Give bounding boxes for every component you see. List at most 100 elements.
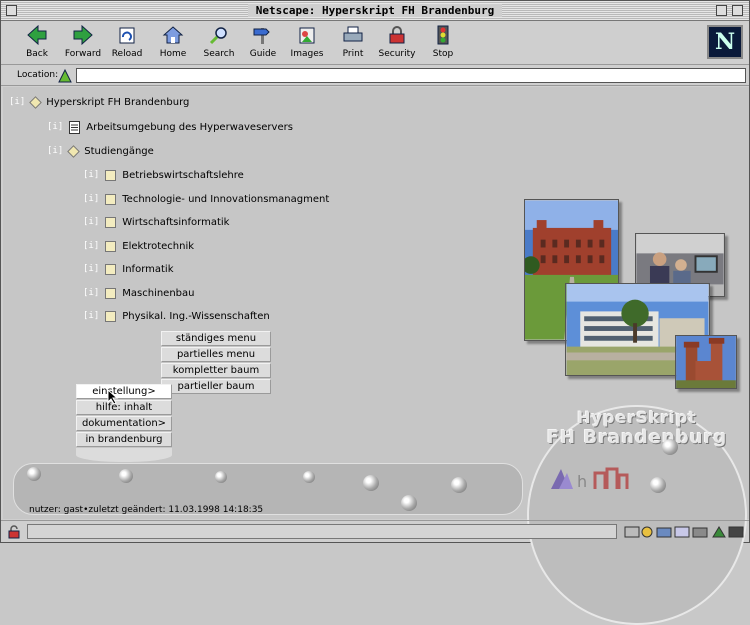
info-link[interactable]: [i] [83,194,99,204]
menu-partielles[interactable]: partielles menu [161,347,271,362]
collection-square-icon [105,287,117,299]
tree-item-bwl[interactable]: [i] Betriebswirtschaftslehre [83,168,244,182]
zoom-box[interactable] [716,5,727,16]
tree-item-label[interactable]: Elektrotechnik [122,241,194,252]
svg-text:h: h [577,472,587,491]
tree-item-label[interactable]: Arbeitsumgebung des Hyperwaveservers [86,122,293,133]
reload-label: Reload [111,49,143,59]
info-link[interactable]: [i] [83,241,99,251]
guide-button[interactable]: Guide [241,23,285,63]
collection-square-icon [105,263,117,275]
security-button[interactable]: Security [375,23,419,63]
status-bar [1,520,749,542]
component-bar-icons[interactable] [623,525,745,539]
forward-arrow-icon [73,25,93,45]
stop-button[interactable]: Stop [421,23,465,63]
tree-item-tim[interactable]: [i] Technologie- und Innovationsmanagmen… [83,192,329,206]
window-title: Netscape: Hyperskript FH Brandenburg [247,4,503,17]
back-label: Back [26,49,48,59]
tree-item-studiengaenge[interactable]: [i] Studiengänge [47,144,154,158]
status-message-field [27,524,617,539]
tree-item-label[interactable]: Maschinenbau [122,288,194,299]
decor-ball [363,475,379,491]
tree-item-label[interactable]: Physikal. Ing.-Wissenschaften [122,311,269,322]
menu-in-brandenburg[interactable]: in brandenburg [76,432,172,447]
images-button[interactable]: Images [285,23,329,63]
reload-icon [119,27,135,44]
security-status-icon[interactable] [7,525,21,539]
menu-hilfe-inhalt[interactable]: hilfe: inhalt [76,400,172,415]
folder-diamond-icon [29,95,43,109]
collection-square-icon [105,169,117,181]
menu-einstellung[interactable]: einstellung> [76,384,172,399]
forward-button[interactable]: Forward [61,23,105,63]
info-link[interactable]: [i] [47,122,63,132]
back-arrow-icon [27,25,47,45]
info-link[interactable]: [i] [9,97,25,107]
home-label: Home [159,49,187,59]
print-icon [343,26,363,42]
info-link[interactable]: [i] [47,146,63,156]
tree-item-label[interactable]: Betriebswirtschaftslehre [122,170,243,181]
reload-button[interactable]: Reload [105,23,149,63]
location-bar: Location: [1,64,749,86]
tree-item-maschinenbau[interactable]: [i] Maschinenbau [83,286,195,300]
location-input[interactable] [76,68,746,83]
info-link[interactable]: [i] [83,170,99,180]
tree-item-arbeitsumgebung[interactable]: [i] Arbeitsumgebung des Hyperwaveservers [47,120,293,134]
back-button[interactable]: Back [15,23,59,63]
search-label: Search [203,49,235,59]
print-button[interactable]: Print [331,23,375,63]
decor-ball [662,439,678,455]
menu-partieller-baum[interactable]: partieller baum [161,379,271,394]
tree-item-root[interactable]: [i] Hyperskript FH Brandenburg [9,95,189,109]
title-bar[interactable]: Netscape: Hyperskript FH Brandenburg [1,1,749,21]
netscape-logo[interactable]: N [707,25,743,59]
guide-icon [253,28,270,44]
info-link[interactable]: [i] [83,311,99,321]
tree-item-label[interactable]: Studiengänge [84,146,154,157]
tree-item-elektrotechnik[interactable]: [i] Elektrotechnik [83,239,194,253]
castle-tower-photo [675,335,737,389]
brand-line-2: FH Brandenburg [546,427,728,448]
fh-logo-icon: h [551,467,629,491]
home-button[interactable]: Home [151,23,195,63]
security-label: Security [378,49,416,59]
document-icon [69,120,81,134]
collection-square-icon [105,240,117,252]
menu-kompletter-baum[interactable]: kompletter baum [161,363,271,378]
info-link[interactable]: [i] [83,264,99,274]
search-button[interactable]: Search [197,23,241,63]
brand-line-1: HyperSkript [577,408,697,427]
collection-square-icon [105,216,117,228]
forward-label: Forward [64,49,102,59]
tree-item-informatik[interactable]: [i] Informatik [83,262,174,276]
page-proxy-icon[interactable] [57,68,73,84]
tree-item-label[interactable]: Hyperskript FH Brandenburg [46,97,189,108]
tree-item-label[interactable]: Informatik [122,264,173,275]
menu-dokumentation[interactable]: dokumentation> [76,416,172,431]
tree-item-physikal[interactable]: [i] Physikal. Ing.-Wissenschaften [83,309,270,323]
images-icon [299,27,315,44]
collection-square-icon [105,310,117,322]
home-icon [162,26,184,44]
menu-base [76,448,172,462]
info-link[interactable]: [i] [83,288,99,298]
decor-ball [303,471,315,483]
collapse-box[interactable] [732,5,743,16]
decor-ball [119,469,133,483]
folder-diamond-icon [67,144,81,158]
stop-label: Stop [432,49,454,59]
images-label: Images [290,49,324,59]
decor-ball [27,467,41,481]
guide-label: Guide [249,49,277,59]
menu-staendiges[interactable]: ständiges menu [161,331,271,346]
browser-window: Netscape: Hyperskript FH Brandenburg Bac… [0,0,750,625]
info-link[interactable]: [i] [83,217,99,227]
decor-ball [401,495,417,511]
tree-item-label[interactable]: Wirtschaftsinformatik [122,217,229,228]
tree-item-label[interactable]: Technologie- und Innovationsmanagment [122,194,329,205]
print-label: Print [342,49,364,59]
tree-item-wirtschaftsinformatik[interactable]: [i] Wirtschaftsinformatik [83,215,229,229]
decor-ball [215,471,227,483]
